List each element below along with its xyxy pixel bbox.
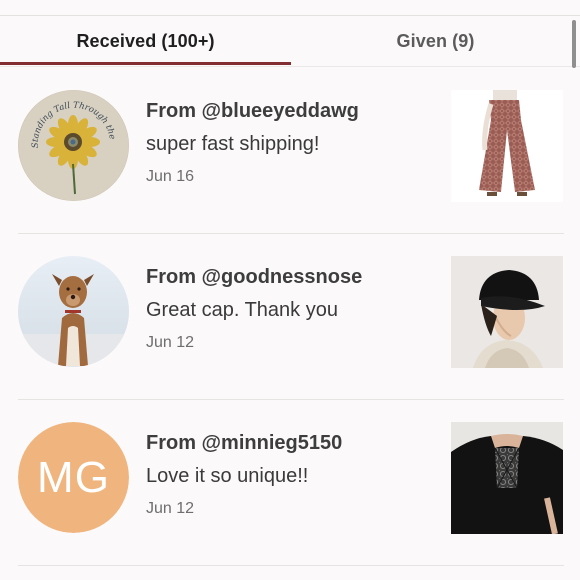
tabs-divider	[0, 66, 580, 67]
avatar[interactable]	[18, 256, 129, 367]
avatar[interactable]: MG	[18, 422, 129, 533]
list-item[interactable]: MG From @minnieg5150 Love it so unique!!…	[0, 400, 580, 566]
tab-given[interactable]: Given (9)	[291, 16, 580, 66]
feedback-tabs: Received (100+) Given (9)	[0, 16, 580, 68]
feedback-author[interactable]: From @goodnessnose	[146, 264, 436, 290]
feedback-date: Jun 16	[146, 168, 195, 185]
feedback-list: Standing Tall Through the Storms of Life…	[0, 68, 580, 566]
initials-avatar: MG	[18, 422, 129, 533]
feedback-comment: super fast shipping!	[146, 133, 320, 155]
feedback-author[interactable]: From @blueeyeddawg	[146, 98, 436, 124]
lace-back-top-photo-icon	[451, 422, 563, 534]
feedback-info: From @blueeyeddawg super fast shipping! …	[146, 98, 436, 187]
list-item[interactable]: Standing Tall Through the Storms of Life…	[0, 68, 580, 234]
feedback-date: Jun 12	[146, 500, 195, 517]
black-cap-photo-icon	[451, 256, 563, 368]
product-thumbnail[interactable]	[451, 90, 563, 202]
dog-photo-avatar-icon	[18, 256, 129, 367]
feedback-author[interactable]: From @minnieg5150	[146, 430, 436, 456]
list-item[interactable]: From @goodnessnose Great cap. Thank you …	[0, 234, 580, 400]
tab-received[interactable]: Received (100+)	[0, 16, 291, 66]
avatar[interactable]: Standing Tall Through the Storms of Life	[18, 90, 129, 201]
scrollbar[interactable]	[572, 20, 576, 68]
active-tab-indicator	[0, 62, 291, 65]
feedback-info: From @minnieg5150 Love it so unique!! Ju…	[146, 430, 436, 519]
feedback-comment: Love it so unique!!	[146, 465, 309, 487]
feedback-date: Jun 12	[146, 334, 195, 351]
product-thumbnail[interactable]	[451, 422, 563, 534]
patterned-flare-pants-photo-icon	[451, 90, 563, 202]
product-thumbnail[interactable]	[451, 256, 563, 368]
row-divider	[18, 565, 564, 566]
sunflower-embroidery-avatar-icon: Standing Tall Through the Storms of Life	[18, 90, 129, 201]
feedback-comment: Great cap. Thank you	[146, 299, 338, 321]
feedback-info: From @goodnessnose Great cap. Thank you …	[146, 264, 436, 353]
